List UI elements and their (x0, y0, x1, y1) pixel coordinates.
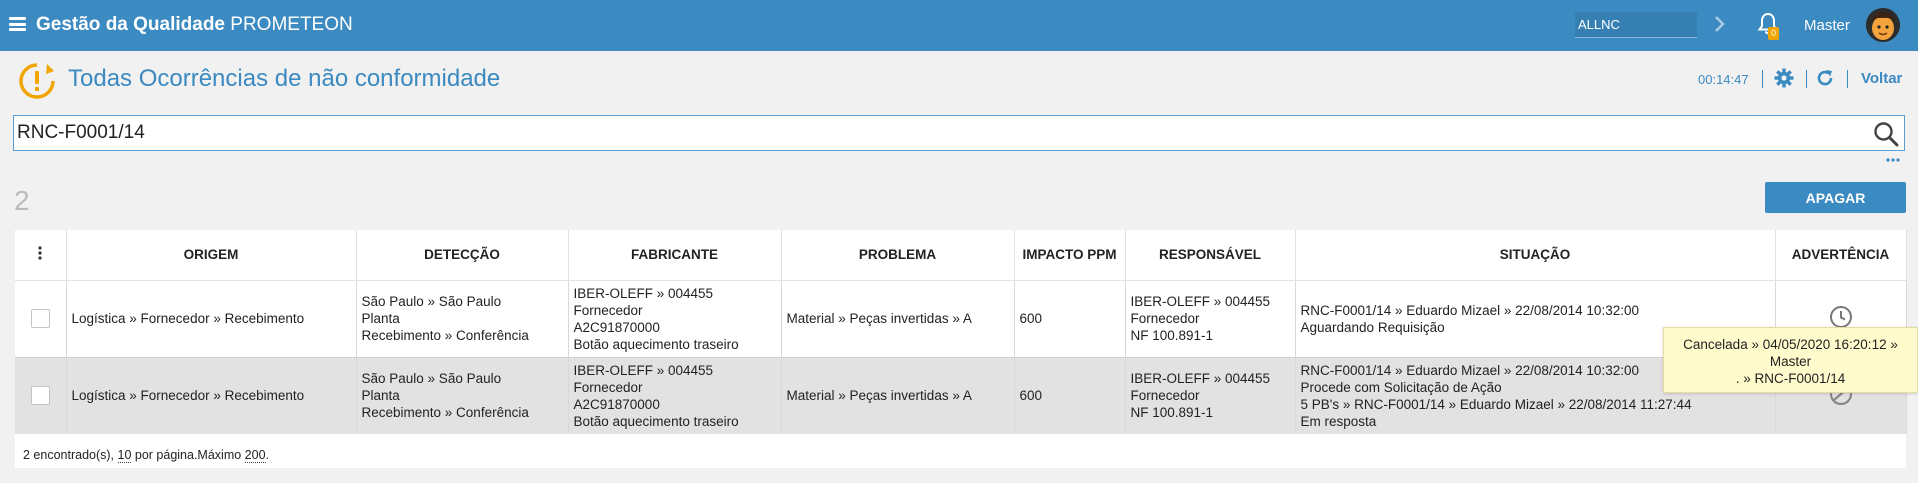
table-row[interactable]: Logística » Fornecedor » Recebimento São… (15, 357, 1907, 434)
column-header-responsavel[interactable]: RESPONSÁVEL (1125, 230, 1296, 281)
brand-company: PROMETEON (225, 14, 353, 35)
max-link[interactable]: 200 (244, 448, 266, 463)
tooltip-line: Cancelada » 04/05/2020 16:20:12 » (1683, 337, 1898, 352)
cell-fabricante: IBER-OLEFF » 004455 Fornecedor A2C918700… (568, 357, 782, 434)
tooltip-line: Master (1769, 354, 1812, 369)
more-options-icon[interactable] (1885, 157, 1901, 163)
gear-icon[interactable] (1774, 68, 1794, 88)
cell-line: Planta (361, 388, 400, 404)
cell-line: A2C91870000 (573, 396, 660, 412)
cell-origem: Logística » Fornecedor » Recebimento (66, 357, 357, 434)
session-clock: 00:14:47 (1698, 72, 1749, 87)
cell-line: IBER-OLEFF » 004455 (573, 362, 714, 378)
column-header-impacto[interactable]: IMPACTO PPM (1014, 230, 1126, 281)
per-page-text: por página.Máximo (131, 448, 245, 462)
chevron-right-icon[interactable] (1712, 14, 1728, 34)
column-options-button[interactable] (15, 230, 67, 281)
pagination-info: 2 encontrado(s), 10 por página.Máximo 20… (23, 448, 270, 463)
cell-line: RNC-F0001/14 » Eduardo Mizael » 22/08/20… (1300, 302, 1639, 318)
cell-impacto: 600 (1014, 357, 1126, 434)
search-icon[interactable] (1873, 121, 1899, 147)
row-checkbox[interactable] (30, 309, 50, 328)
column-header-problema[interactable]: PROBLEMA (781, 230, 1015, 281)
table-header-row: ORIGEM DETECÇÃO FABRICANTE PROBLEMA IMPA… (15, 230, 1907, 281)
cell-line: IBER-OLEFF » 004455 (1130, 294, 1271, 309)
cell-problema: Material » Peças invertidas » A (781, 280, 1015, 358)
top-bar: Gestão da Qualidade PROMETEON 0 Master (0, 0, 1918, 51)
cell-line: Botão aquecimento traseiro (573, 413, 739, 429)
delete-button[interactable]: APAGAR (1765, 182, 1906, 213)
cell-line: Fornecedor (573, 302, 643, 318)
page-title: Todas Ocorrências de não conformidade (68, 65, 501, 92)
cell-line: 5 PB's » RNC-F0001/14 » Eduardo Mizael »… (1300, 396, 1692, 412)
cell-deteccao: São Paulo » São Paulo Planta Recebimento… (356, 280, 569, 358)
organization-input[interactable] (1575, 12, 1697, 38)
cell-deteccao: São Paulo » São Paulo Planta Recebimento… (356, 357, 569, 434)
cell-origem: Logística » Fornecedor » Recebimento (66, 280, 357, 358)
nonconformity-alert-icon (19, 63, 55, 99)
cell-line: Em resposta (1300, 413, 1377, 429)
tooltip-line: . » RNC-F0001/14 (1735, 371, 1846, 386)
cell-line: NF 100.891-1 (1130, 405, 1214, 421)
found-text: 2 encontrado(s), (23, 448, 118, 462)
cell-line: NF 100.891-1 (1130, 328, 1214, 343)
cell-responsavel: IBER-OLEFF » 004455 Fornecedor NF 100.89… (1125, 357, 1296, 434)
cell-line: Recebimento » Conferência (361, 328, 529, 343)
divider (1806, 70, 1807, 88)
cell-fabricante: IBER-OLEFF » 004455 Fornecedor A2C918700… (568, 280, 782, 358)
per-page-link[interactable]: 10 (117, 448, 132, 463)
notifications-button[interactable]: 0 (1757, 12, 1783, 42)
cell-line: São Paulo » São Paulo (361, 371, 502, 387)
divider (1762, 70, 1763, 88)
column-header-situacao[interactable]: SITUAÇÃO (1295, 230, 1776, 281)
vertical-dots-icon (38, 246, 42, 260)
results-table: ORIGEM DETECÇÃO FABRICANTE PROBLEMA IMPA… (15, 230, 1907, 468)
table-row[interactable]: Logística » Fornecedor » Recebimento São… (15, 280, 1907, 358)
cell-line: A2C91870000 (573, 319, 660, 335)
back-link[interactable]: Voltar (1861, 70, 1902, 87)
column-header-deteccao[interactable]: DETECÇÃO (356, 230, 569, 281)
user-name[interactable]: Master (1804, 17, 1850, 34)
cell-line: IBER-OLEFF » 004455 (573, 285, 714, 301)
warning-tooltip: Cancelada » 04/05/2020 16:20:12 » Master… (1663, 327, 1918, 393)
menu-icon[interactable] (9, 17, 26, 31)
cell-line: Planta (361, 311, 400, 326)
notification-badge: 0 (1768, 27, 1779, 40)
cell-line: Fornecedor (1130, 311, 1200, 326)
user-avatar-icon (1866, 8, 1900, 42)
search-input[interactable] (14, 116, 1854, 150)
footer-end: . (265, 448, 270, 462)
cell-line: São Paulo » São Paulo (361, 294, 502, 309)
cell-line: Fornecedor (1130, 388, 1200, 404)
brand-name: Gestão da Qualidade (36, 14, 225, 35)
row-checkbox[interactable] (30, 386, 50, 406)
cell-responsavel: IBER-OLEFF » 004455 Fornecedor NF 100.89… (1125, 280, 1296, 358)
cell-line: Botão aquecimento traseiro (573, 336, 739, 352)
cell-impacto: 600 (1014, 280, 1126, 358)
divider (1847, 70, 1848, 88)
app-brand[interactable]: Gestão da Qualidade PROMETEON (36, 14, 353, 36)
avatar[interactable] (1866, 8, 1900, 42)
cell-line: Recebimento » Conferência (361, 405, 529, 421)
cell-problema: Material » Peças invertidas » A (781, 357, 1015, 434)
refresh-icon[interactable] (1815, 68, 1835, 88)
clock-icon[interactable] (1829, 305, 1853, 329)
column-header-fabricante[interactable]: FABRICANTE (568, 230, 782, 281)
column-header-origem[interactable]: ORIGEM (66, 230, 357, 281)
cell-line: IBER-OLEFF » 004455 (1130, 371, 1271, 387)
search-box (13, 115, 1905, 151)
result-count: 2 (14, 185, 30, 216)
cell-line: Fornecedor (573, 379, 643, 395)
column-header-advertencia[interactable]: ADVERTÊNCIA (1775, 230, 1907, 281)
